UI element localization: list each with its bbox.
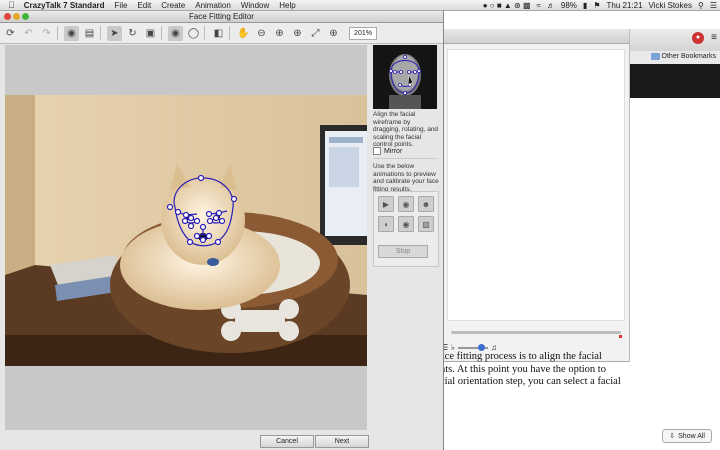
undo-icon[interactable]: ↶	[21, 26, 36, 41]
menu-file[interactable]: File	[110, 1, 133, 10]
face-mode-icon[interactable]: ◉	[168, 25, 183, 41]
timeline-end-marker	[619, 335, 622, 338]
battery-percent[interactable]: 98%	[558, 1, 580, 10]
scale-icon[interactable]: ▣	[143, 26, 158, 41]
app-menu[interactable]: CrazyTalk 7 Standard	[19, 1, 110, 10]
stage-area	[447, 49, 625, 321]
toolbar-divider	[100, 26, 101, 40]
zoom-level-field[interactable]: 201%	[349, 26, 377, 40]
align-instructions: Align the facial wireframe by dragging, …	[373, 111, 439, 148]
user-name[interactable]: Vicki Stokes	[646, 1, 695, 10]
zoom-icon[interactable]	[22, 13, 29, 20]
menu-bar:  CrazyTalk 7 Standard File Edit Create …	[0, 0, 720, 11]
browser-window: ● ≡ Other Bookmarks ☰ ♭ ♫ ace fitting pr…	[440, 11, 720, 450]
mouth-mode-icon[interactable]: ◯	[186, 26, 201, 41]
zoom-out-icon[interactable]: ⊖	[254, 26, 269, 41]
menu-edit[interactable]: Edit	[132, 1, 156, 10]
preview-instructions: Use the below animations to preview and …	[373, 163, 439, 193]
article-line: ace fitting process is to align the faci…	[440, 351, 602, 362]
crazytalk-main-window: ☰ ♭ ♫	[440, 29, 630, 362]
volume-icon[interactable]: ♬	[544, 1, 558, 10]
notification-center-icon[interactable]: ☰	[707, 1, 720, 10]
apple-icon[interactable]: 	[0, 0, 19, 10]
face-guide-thumbnail	[373, 45, 437, 109]
animation-preview-4-icon[interactable]: ◖	[378, 216, 394, 232]
stop-button[interactable]: Stop	[378, 245, 428, 258]
animation-preview-1-icon[interactable]: ▶	[378, 196, 394, 212]
next-button[interactable]: Next	[315, 435, 369, 448]
extension-icon[interactable]: ●	[692, 32, 704, 44]
toolbar-divider	[204, 26, 205, 40]
browser-menu-icon[interactable]: ≡	[711, 32, 717, 43]
editor-canvas[interactable]	[5, 45, 367, 430]
window-title: Face Fitting Editor	[189, 12, 254, 21]
battery-icon[interactable]: ▮	[580, 1, 590, 10]
rotate-icon[interactable]: ↻	[125, 26, 140, 41]
face-fitting-editor-window: Face Fitting Editor ⟳ ↶ ↷ ◉ ▤ ➤ ↻ ▣ ◉ ◯ …	[0, 11, 444, 450]
editor-titlebar: Face Fitting Editor	[0, 11, 443, 23]
cancel-button[interactable]: Cancel	[260, 435, 314, 448]
article-text: ace fitting process is to align the faci…	[440, 351, 630, 389]
zoom-region-icon[interactable]: ⊕	[290, 26, 305, 41]
select-arrow-icon[interactable]: ➤	[107, 25, 122, 41]
article-line: cial orientation step, you can select a …	[440, 376, 621, 387]
animation-preview-5-icon[interactable]: ◉	[398, 216, 414, 232]
animation-preview-3-icon[interactable]: ☻	[418, 196, 434, 212]
clock[interactable]: Thu 21:21	[604, 1, 646, 10]
flag-icon[interactable]: ⚑	[590, 1, 603, 10]
dog-photo	[5, 95, 367, 366]
main-window-titlebar	[441, 29, 629, 44]
volume-slider[interactable]	[457, 343, 488, 351]
menu-animation[interactable]: Animation	[190, 1, 236, 10]
page-header	[630, 64, 720, 98]
show-all-label: Show All	[678, 432, 705, 440]
zoom-in-icon[interactable]: ⊕	[272, 26, 287, 41]
hand-pan-icon[interactable]: ✋	[236, 26, 251, 41]
actual-size-icon[interactable]: ⊕	[326, 26, 341, 41]
toolbar-divider	[161, 26, 162, 40]
mask-view-icon[interactable]: ▤	[82, 26, 97, 41]
other-bookmarks[interactable]: Other Bookmarks	[650, 53, 716, 60]
compare-icon[interactable]: ◧	[211, 26, 226, 41]
toolbar-divider	[229, 26, 230, 40]
show-all-button[interactable]: ⇩ Show All	[662, 429, 712, 443]
menu-window[interactable]: Window	[236, 1, 274, 10]
mirror-checkbox[interactable]: Mirror	[373, 147, 402, 155]
redo-icon[interactable]: ↷	[39, 26, 54, 41]
volume-slider-knob[interactable]	[477, 343, 485, 351]
status-icons[interactable]: ● ○ ■ ▲ ⊛ ▩	[480, 1, 534, 10]
spotlight-icon[interactable]: ⚲	[695, 1, 707, 10]
folder-icon	[650, 53, 660, 60]
download-icon: ⇩	[669, 433, 676, 440]
minimize-icon[interactable]	[13, 13, 20, 20]
article-line: nts. At this point you have the option t…	[440, 363, 606, 375]
animation-preview-6-icon[interactable]: ▨	[418, 216, 434, 232]
reset-icon[interactable]: ⟳	[3, 26, 18, 41]
timeline-scrubber[interactable]	[451, 331, 621, 334]
toolbar-divider	[57, 26, 58, 40]
close-icon[interactable]	[4, 13, 11, 20]
eye-view-icon[interactable]: ◉	[64, 25, 79, 41]
panel-divider	[373, 158, 437, 159]
animation-preview-2-icon[interactable]: ◉	[398, 196, 414, 212]
editor-toolbar: ⟳ ↶ ↷ ◉ ▤ ➤ ↻ ▣ ◉ ◯ ◧ ✋ ⊖ ⊕ ⊕ ⤢ ⊕ 201%	[0, 23, 443, 44]
menu-help[interactable]: Help	[274, 1, 300, 10]
mirror-checkbox-box[interactable]	[373, 147, 381, 155]
fit-view-icon[interactable]: ⤢	[308, 26, 323, 41]
mirror-label: Mirror	[384, 147, 403, 155]
other-bookmarks-label: Other Bookmarks	[661, 53, 716, 60]
face-fitting-panel: Align the facial wireframe by dragging, …	[369, 45, 441, 430]
menu-create[interactable]: Create	[156, 1, 190, 10]
wifi-icon[interactable]: ≈	[534, 1, 544, 10]
